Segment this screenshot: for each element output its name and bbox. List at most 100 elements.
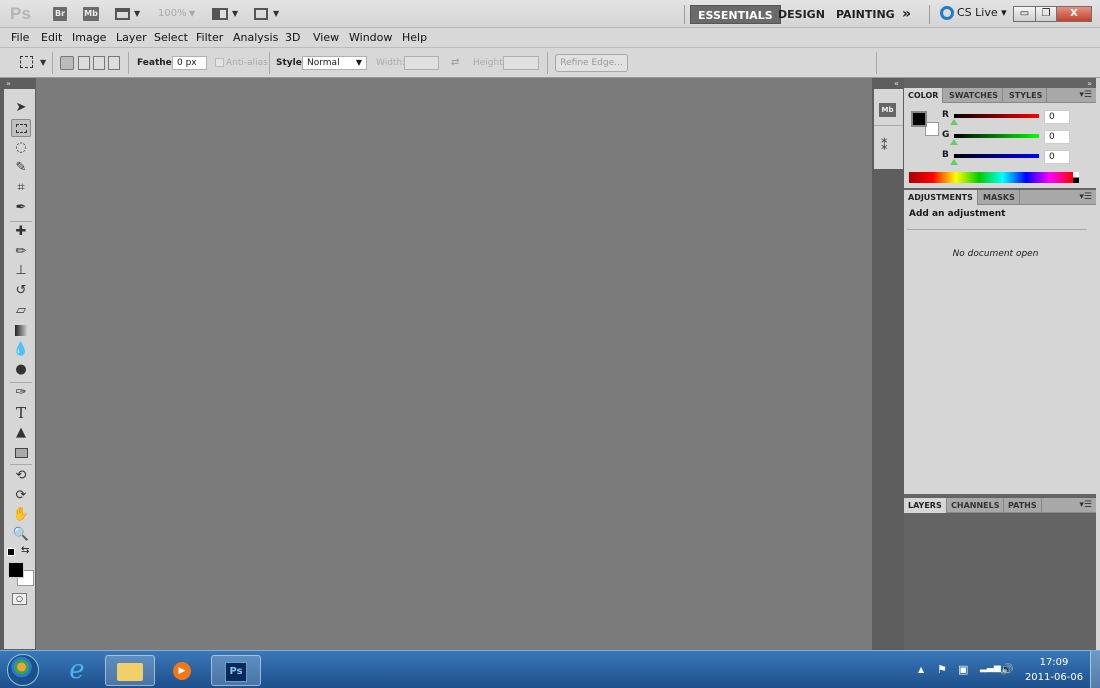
height-input[interactable] — [503, 56, 539, 70]
path-selection-tool-icon[interactable]: ▲ — [11, 424, 31, 442]
green-slider[interactable] — [954, 134, 1039, 138]
blue-slider[interactable] — [954, 154, 1039, 158]
background-color-swatch[interactable] — [925, 122, 939, 136]
menu-3d[interactable]: 3D — [285, 31, 300, 44]
windows-explorer-taskbar-item[interactable] — [105, 655, 155, 686]
clone-stamp-tool-icon[interactable]: ⊥ — [11, 262, 31, 280]
restore-button[interactable]: ❐ — [1035, 6, 1057, 22]
mini-bridge-button[interactable]: Mb — [83, 7, 99, 21]
move-tool-icon[interactable]: ➤ — [11, 99, 31, 117]
expand-panel-icon[interactable]: » — [6, 79, 11, 88]
default-colors-icon[interactable] — [7, 548, 15, 556]
tab-paths[interactable]: PATHS — [1004, 498, 1042, 513]
menu-window[interactable]: Window — [349, 31, 392, 44]
foreground-color-swatch[interactable] — [8, 562, 24, 578]
quick-mask-icon[interactable]: ○ — [12, 593, 27, 605]
3d-orbit-tool-icon[interactable]: ⟳ — [11, 487, 31, 505]
rectangular-marquee-tool-icon[interactable] — [11, 119, 31, 137]
quick-selection-tool-icon[interactable]: ✎ — [11, 159, 31, 177]
width-input[interactable] — [404, 56, 439, 70]
marquee-preset-icon[interactable] — [20, 56, 33, 68]
zoom-level[interactable]: 100% — [158, 8, 187, 19]
lasso-tool-icon[interactable]: ◌ — [11, 139, 31, 157]
menu-analysis[interactable]: Analysis — [233, 31, 278, 44]
panel-menu-icon[interactable]: ▾☰ — [1079, 88, 1092, 103]
blur-tool-icon[interactable]: 💧 — [11, 341, 31, 359]
green-value-input[interactable]: 0 — [1044, 130, 1070, 144]
collapse-dock-icon[interactable]: « — [894, 79, 899, 88]
action-center-flag-icon[interactable]: ⚑ — [937, 663, 947, 676]
network-signal-icon[interactable]: ▂▃▅ — [980, 663, 1001, 673]
feather-input[interactable]: 0 px — [172, 56, 207, 70]
menu-help[interactable]: Help — [402, 31, 427, 44]
workspace-painting[interactable]: PAINTING — [829, 5, 902, 24]
chevron-down-icon[interactable]: ▼ — [273, 9, 279, 18]
show-hidden-icons-button[interactable]: ▲ — [918, 665, 924, 674]
tab-channels[interactable]: CHANNELS — [947, 498, 1005, 513]
photoshop-taskbar-item[interactable]: Ps — [211, 655, 261, 686]
red-slider-handle[interactable] — [950, 119, 958, 125]
start-button[interactable] — [7, 654, 39, 686]
eyedropper-tool-icon[interactable]: ✒ — [11, 199, 31, 217]
red-slider[interactable] — [954, 114, 1039, 118]
foreground-color-swatch[interactable] — [911, 111, 927, 127]
dodge-tool-icon[interactable]: ● — [11, 361, 31, 379]
chevron-down-icon[interactable]: ▼ — [134, 9, 140, 18]
screen-mode-icon[interactable] — [254, 8, 268, 20]
chevron-down-icon[interactable]: ▼ — [232, 9, 238, 18]
menu-filter[interactable]: Filter — [196, 31, 223, 44]
3d-rotate-tool-icon[interactable]: ⟲ — [11, 467, 31, 485]
spot-healing-brush-tool-icon[interactable]: ✚ — [11, 223, 31, 241]
tab-color[interactable]: COLOR — [904, 88, 944, 103]
gradient-tool-icon[interactable] — [11, 322, 31, 340]
anti-alias-checkbox[interactable] — [215, 58, 224, 67]
bridge-button[interactable]: Br — [53, 7, 67, 21]
tab-masks[interactable]: MASKS — [979, 190, 1020, 205]
internet-explorer-icon[interactable]: e — [52, 655, 102, 686]
minimize-button[interactable]: ▭ — [1013, 6, 1036, 22]
rectangle-tool-icon[interactable] — [11, 444, 31, 462]
workspace-essentials[interactable]: ESSENTIALS — [690, 5, 781, 24]
swap-icon[interactable]: ⇄ — [451, 57, 459, 68]
history-panel-icon[interactable]: ⁑ — [881, 139, 888, 154]
history-brush-tool-icon[interactable]: ↺ — [11, 282, 31, 300]
menu-file[interactable]: File — [11, 31, 29, 44]
eraser-tool-icon[interactable]: ▱ — [11, 302, 31, 320]
panel-menu-icon[interactable]: ▾☰ — [1079, 190, 1092, 205]
cs-live-button[interactable]: CS Live ▾ — [940, 6, 1007, 20]
menu-image[interactable]: Image — [72, 31, 106, 44]
menu-view[interactable]: View — [313, 31, 339, 44]
tab-adjustments[interactable]: ADJUSTMENTS — [904, 190, 978, 205]
power-icon[interactable]: ▣ — [958, 663, 968, 676]
workspace-design[interactable]: DESIGN — [771, 5, 832, 24]
tab-styles[interactable]: STYLES — [1005, 88, 1048, 103]
pen-tool-icon[interactable]: ✑ — [11, 384, 31, 402]
close-button[interactable]: X — [1056, 6, 1092, 22]
type-tool-icon[interactable]: T — [11, 404, 31, 422]
chevron-down-icon[interactable]: ▼ — [189, 9, 195, 18]
refine-edge-button[interactable]: Refine Edge... — [555, 54, 628, 72]
blue-value-input[interactable]: 0 — [1044, 150, 1070, 164]
more-workspaces-button[interactable]: » — [895, 5, 918, 24]
subtract-from-selection-button[interactable] — [93, 56, 105, 70]
intersect-selection-button[interactable] — [108, 56, 120, 70]
tab-swatches[interactable]: SWATCHES — [945, 88, 1004, 103]
blue-slider-handle[interactable] — [950, 159, 958, 165]
add-to-selection-button[interactable] — [78, 56, 90, 70]
menu-layer[interactable]: Layer — [116, 31, 147, 44]
show-desktop-button[interactable] — [1090, 651, 1100, 688]
new-selection-button[interactable] — [60, 56, 74, 70]
mini-bridge-panel-icon[interactable]: Mb — [879, 103, 896, 117]
system-clock[interactable]: 17:09 2011-06-06 — [1020, 655, 1088, 685]
swap-colors-icon[interactable]: ⇆ — [21, 545, 29, 556]
tab-layers[interactable]: LAYERS — [904, 498, 947, 513]
volume-icon[interactable]: 🔊 — [1000, 663, 1014, 676]
arrange-documents-icon[interactable] — [212, 8, 228, 20]
chevron-down-icon[interactable]: ▼ — [40, 58, 46, 67]
red-value-input[interactable]: 0 — [1044, 110, 1070, 124]
panel-menu-icon[interactable]: ▾☰ — [1079, 498, 1092, 513]
zoom-tool-icon[interactable]: 🔍 — [11, 526, 31, 544]
green-slider-handle[interactable] — [950, 139, 958, 145]
color-ramp[interactable] — [909, 172, 1073, 183]
brush-tool-icon[interactable]: ✏ — [11, 243, 31, 261]
